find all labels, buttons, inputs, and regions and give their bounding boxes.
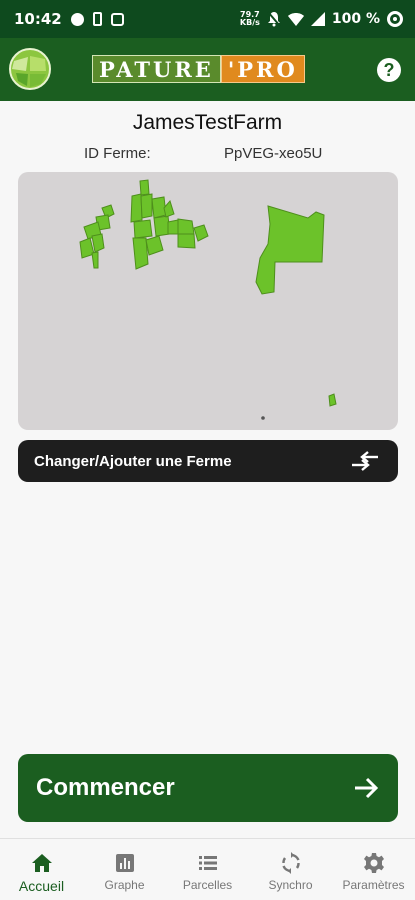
help-button[interactable]: ? [377, 58, 401, 82]
app-bar: PATURE 'PRO ? [0, 38, 415, 101]
nav-label: Synchro [268, 878, 313, 892]
nav-parametres[interactable]: Paramètres [332, 839, 415, 900]
data-rate: 79.7 KB/s [240, 11, 260, 27]
change-farm-button[interactable]: Changer/Ajouter une Ferme [18, 440, 398, 482]
change-farm-label: Changer/Ajouter une Ferme [34, 452, 232, 470]
map-parcel [91, 251, 99, 269]
map-parcel [163, 199, 175, 218]
farm-id-label: ID Ferme: [84, 145, 151, 162]
start-button[interactable]: Commencer [18, 754, 398, 822]
gear-icon [363, 853, 384, 873]
farm-map[interactable] [18, 172, 398, 430]
mute-bell-icon [267, 11, 281, 27]
image-notification-icon [110, 12, 124, 26]
nav-label: Graphe [104, 878, 145, 892]
status-time: 10:42 [14, 10, 62, 28]
farm-name: JamesTestFarm [132, 111, 283, 134]
parcels-map-svg[interactable] [18, 172, 398, 430]
data-rate-unit: KB/s [239, 18, 260, 27]
map-parcel [255, 205, 325, 295]
swap-arrows-icon [352, 451, 378, 471]
nav-graphe[interactable]: Graphe [83, 839, 166, 900]
nav-label: Paramètres [342, 878, 405, 892]
map-parcel [193, 224, 209, 242]
battery-icon [387, 11, 403, 27]
brand-text-pro: 'PRO [220, 55, 305, 83]
nav-label: Accueil [18, 878, 65, 894]
status-bar: 10:42 79.7 KB/s 100 % [0, 0, 415, 38]
bottom-navigation: Accueil Graphe Parcelles Synchro Paramèt… [0, 838, 415, 900]
sync-icon [281, 852, 300, 874]
list-icon [198, 856, 217, 870]
map-parcel [145, 235, 164, 256]
map-parcel [177, 233, 196, 249]
globe-logo-icon [9, 48, 51, 90]
map-parcel [328, 393, 337, 407]
nav-parcelles[interactable]: Parcelles [166, 839, 249, 900]
start-button-label: Commencer [36, 774, 175, 801]
map-parcel [167, 219, 179, 235]
map-parcel [177, 218, 195, 235]
bar-chart-icon [115, 854, 134, 872]
brand-logo: PATURE 'PRO [92, 55, 305, 83]
brand-text-pature: PATURE [92, 55, 221, 83]
map-parcel [133, 219, 153, 239]
home-icon [31, 854, 52, 872]
map-parcel [91, 233, 105, 253]
wifi-icon [287, 13, 304, 26]
nav-accueil[interactable]: Accueil [0, 839, 83, 900]
signal-icon [310, 12, 325, 26]
arrow-right-icon [355, 777, 379, 799]
battery-percent: 100 % [331, 11, 380, 27]
map-parcel [140, 193, 153, 219]
map-parcel [130, 193, 143, 223]
notification-icon [70, 12, 84, 26]
nav-label: Parcelles [182, 878, 233, 892]
farm-id-value: PpVEG-xeo5U [224, 145, 323, 162]
map-parcel [132, 237, 149, 270]
nav-synchro[interactable]: Synchro [249, 839, 332, 900]
battery-saver-icon [92, 12, 102, 26]
map-parcel [139, 179, 150, 196]
map-point [261, 416, 265, 420]
